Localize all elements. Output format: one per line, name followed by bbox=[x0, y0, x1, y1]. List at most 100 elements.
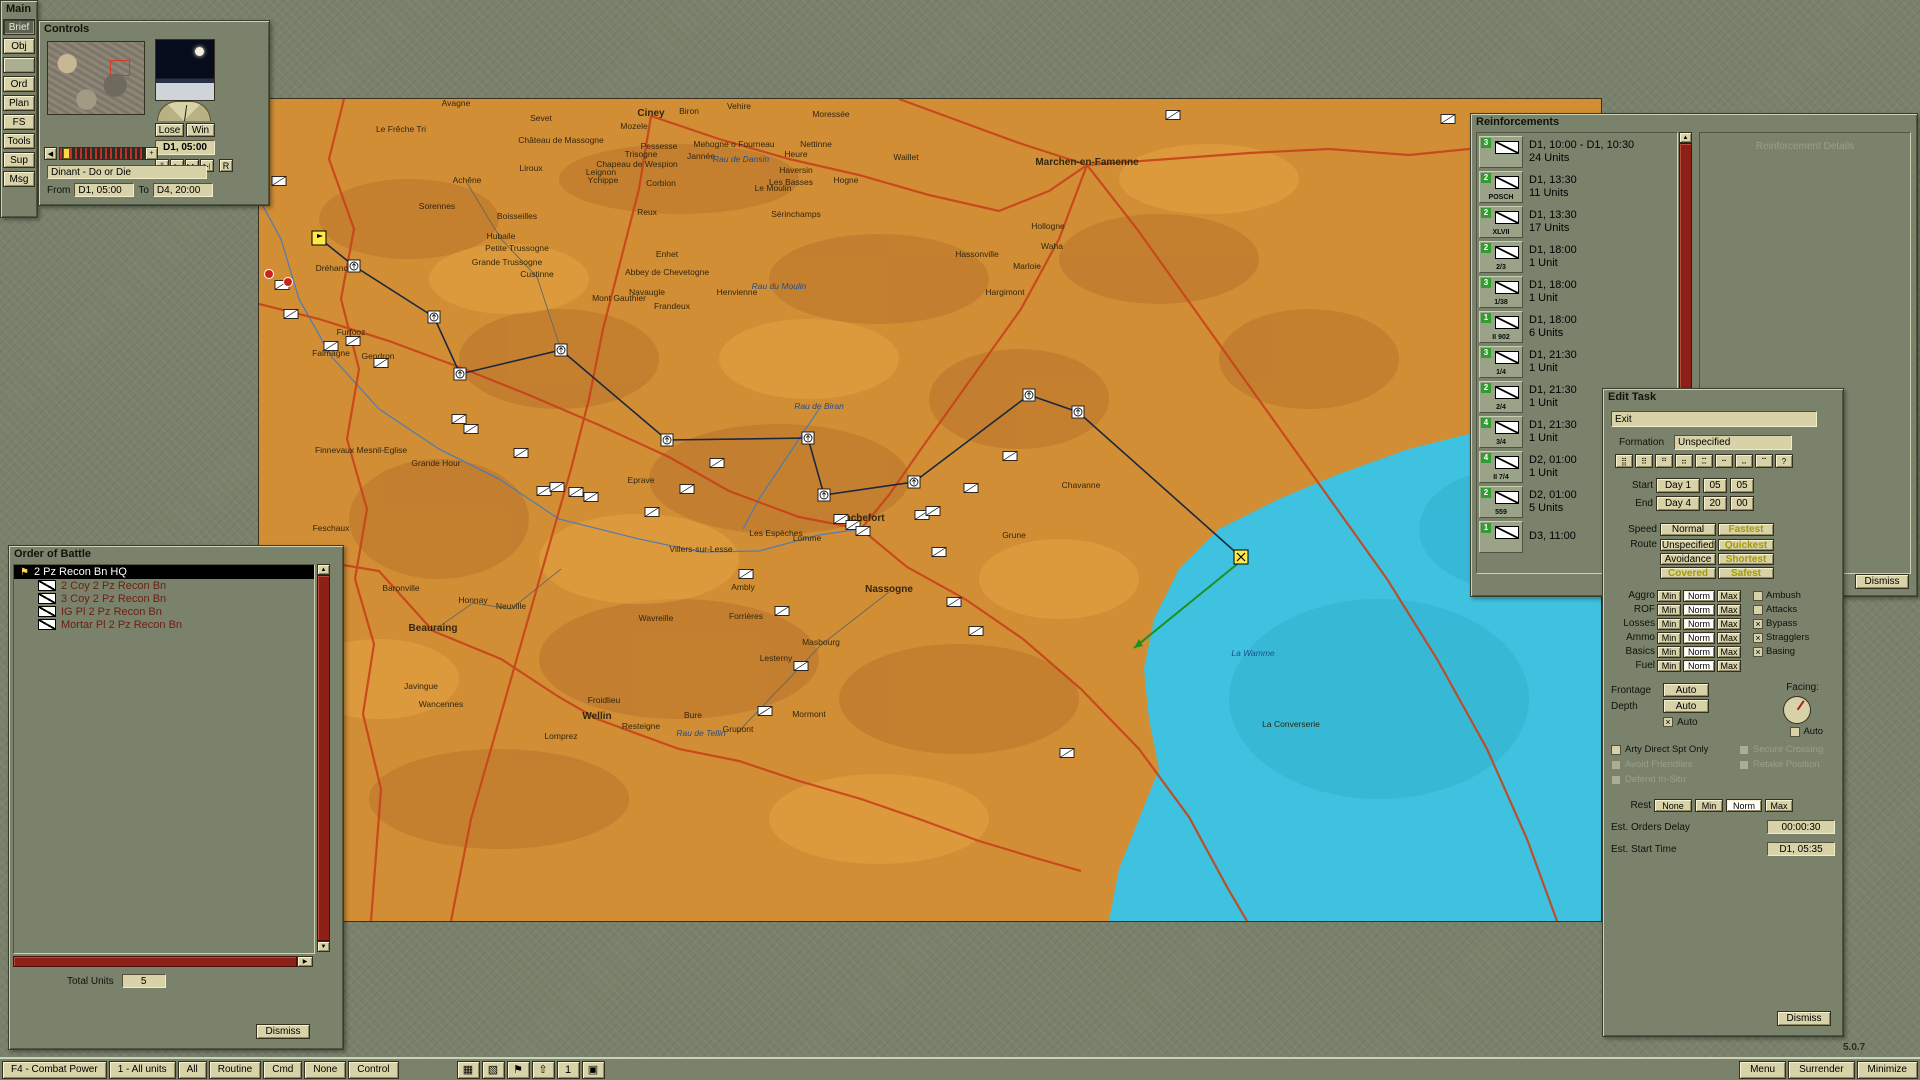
oob-root-item[interactable]: ⚑ 2 Pz Recon Bn HQ bbox=[14, 565, 314, 579]
label-tool-icon[interactable]: 1 bbox=[557, 1061, 580, 1079]
main-tool-blank[interactable] bbox=[3, 57, 35, 73]
edit-task-dismiss-button[interactable]: Dismiss bbox=[1777, 1011, 1831, 1026]
formation-icon-5[interactable]: ⠒ bbox=[1715, 454, 1733, 468]
friendly-unit-icon[interactable] bbox=[550, 483, 564, 492]
route-waypoint[interactable] bbox=[908, 476, 920, 488]
bottom-button-minimize[interactable]: Minimize bbox=[1857, 1061, 1918, 1079]
friendly-unit-icon[interactable] bbox=[569, 488, 583, 497]
bottom-button-all[interactable]: All bbox=[178, 1061, 207, 1079]
friendly-unit-icon[interactable] bbox=[272, 177, 286, 186]
bottom-button-surrender[interactable]: Surrender bbox=[1788, 1061, 1854, 1079]
formation-icon-0[interactable]: ⣿ bbox=[1615, 454, 1633, 468]
timeline-thumb[interactable] bbox=[63, 148, 70, 159]
route-waypoint[interactable] bbox=[428, 311, 440, 323]
flag-tool-icon[interactable]: ⚑ bbox=[507, 1061, 530, 1079]
reinforcement-entry[interactable]: 3D1, 10:00 - D1, 10:3024 Units bbox=[1479, 135, 1675, 168]
friendly-unit-icon[interactable] bbox=[452, 415, 466, 424]
friendly-unit-icon[interactable] bbox=[932, 548, 946, 557]
facing-auto-checkbox[interactable] bbox=[1790, 727, 1800, 737]
reset-button[interactable]: R bbox=[219, 159, 233, 172]
ammo-norm-button[interactable]: Norm bbox=[1683, 632, 1715, 644]
route-waypoint[interactable] bbox=[348, 260, 360, 272]
route-option-covered[interactable]: Covered bbox=[1660, 567, 1716, 579]
friendly-unit-icon[interactable] bbox=[514, 449, 528, 458]
losses-max-button[interactable]: Max bbox=[1717, 618, 1741, 630]
reinforcement-entry[interactable]: 31/38D1, 18:001 Unit bbox=[1479, 275, 1675, 308]
toggle-checkbox[interactable] bbox=[1611, 745, 1621, 755]
friendly-unit-icon[interactable] bbox=[947, 598, 961, 607]
aggro-norm-button[interactable]: Norm bbox=[1683, 590, 1715, 602]
formation-help-button[interactable]: ? bbox=[1775, 454, 1793, 468]
lose-button[interactable]: Lose bbox=[155, 123, 184, 137]
start-hour-button[interactable]: 05 bbox=[1703, 478, 1727, 493]
oob-hscroll-trough[interactable] bbox=[13, 956, 297, 967]
oob-child-item[interactable]: IG Pl 2 Pz Recon Bn bbox=[14, 605, 314, 618]
grid-tool-icon[interactable]: ▦ bbox=[457, 1061, 480, 1079]
route-option-quickest[interactable]: Quickest bbox=[1718, 539, 1774, 551]
formation-value[interactable]: Unspecified bbox=[1674, 435, 1792, 450]
rof-max-button[interactable]: Max bbox=[1717, 604, 1741, 616]
attacks-checkbox[interactable] bbox=[1753, 605, 1763, 615]
bottom-button-none[interactable]: None bbox=[304, 1061, 346, 1079]
main-tool-sup[interactable]: Sup bbox=[3, 152, 35, 168]
enemy-unit-icon[interactable] bbox=[265, 270, 274, 279]
route-waypoint[interactable] bbox=[454, 368, 466, 380]
toggle-arty-direct-spt-only[interactable]: Arty Direct Spt Only bbox=[1611, 744, 1739, 755]
main-tool-brief[interactable]: Brief bbox=[3, 19, 35, 35]
end-hour-button[interactable]: 20 bbox=[1703, 496, 1727, 511]
friendly-unit-icon[interactable] bbox=[794, 662, 808, 671]
friendly-unit-icon[interactable] bbox=[969, 627, 983, 636]
scroll-down-icon[interactable]: ▼ bbox=[317, 941, 330, 952]
rest-option-max[interactable]: Max bbox=[1765, 799, 1793, 812]
route-waypoint[interactable] bbox=[555, 344, 567, 356]
friendly-unit-icon[interactable] bbox=[1166, 111, 1180, 120]
route-waypoint[interactable] bbox=[1072, 406, 1084, 418]
basing-checkbox[interactable]: × bbox=[1753, 647, 1763, 657]
rof-min-button[interactable]: Min bbox=[1657, 604, 1681, 616]
route-option-unspecified[interactable]: Unspecified bbox=[1660, 539, 1716, 551]
ambush-checkbox[interactable] bbox=[1753, 591, 1763, 601]
friendly-unit-icon[interactable] bbox=[1060, 749, 1074, 758]
friendly-unit-icon[interactable] bbox=[374, 359, 388, 368]
scroll-up-icon[interactable]: ▲ bbox=[317, 564, 330, 575]
timeline-back-button[interactable]: ◀ bbox=[44, 147, 57, 160]
rest-option-norm[interactable]: Norm bbox=[1726, 799, 1762, 812]
bypass-checkbox[interactable]: × bbox=[1753, 619, 1763, 629]
oob-child-item[interactable]: Mortar Pl 2 Pz Recon Bn bbox=[14, 618, 314, 631]
formation-icon-6[interactable]: ⠤ bbox=[1735, 454, 1753, 468]
formation-icon-4[interactable]: ⠭ bbox=[1695, 454, 1713, 468]
reinforcement-entry[interactable]: 31/4D1, 21:301 Unit bbox=[1479, 345, 1675, 378]
friendly-unit-icon[interactable] bbox=[1441, 115, 1455, 124]
friendly-unit-icon[interactable] bbox=[324, 342, 338, 351]
fuel-min-button[interactable]: Min bbox=[1657, 660, 1681, 672]
main-tool-obj[interactable]: Obj bbox=[3, 38, 35, 54]
friendly-unit-icon[interactable] bbox=[584, 493, 598, 502]
route-destination-marker[interactable] bbox=[1234, 550, 1248, 564]
friendly-unit-icon[interactable] bbox=[346, 337, 360, 346]
friendly-unit-icon[interactable] bbox=[645, 508, 659, 517]
friendly-unit-icon[interactable] bbox=[537, 487, 551, 496]
oob-child-item[interactable]: 2 Coy 2 Pz Recon Bn bbox=[14, 579, 314, 592]
losses-norm-button[interactable]: Norm bbox=[1683, 618, 1715, 630]
oob-vertical-scrollbar[interactable]: ▲ ▼ bbox=[317, 564, 330, 952]
main-tool-plan[interactable]: Plan bbox=[3, 95, 35, 111]
scroll-right-icon[interactable]: ▶ bbox=[297, 956, 313, 967]
rof-norm-button[interactable]: Norm bbox=[1683, 604, 1715, 616]
friendly-unit-icon[interactable] bbox=[284, 310, 298, 319]
route-start-marker[interactable] bbox=[312, 231, 326, 245]
rest-option-min[interactable]: Min bbox=[1695, 799, 1723, 812]
oob-child-item[interactable]: 3 Coy 2 Pz Recon Bn bbox=[14, 592, 314, 605]
bottom-button-routine[interactable]: Routine bbox=[209, 1061, 261, 1079]
scroll-up-icon[interactable]: ▲ bbox=[1679, 132, 1692, 143]
friendly-unit-icon[interactable] bbox=[926, 507, 940, 516]
route-waypoint[interactable] bbox=[661, 434, 673, 446]
ammo-min-button[interactable]: Min bbox=[1657, 632, 1681, 644]
ammo-max-button[interactable]: Max bbox=[1717, 632, 1741, 644]
friendly-unit-icon[interactable] bbox=[758, 707, 772, 716]
start-day-button[interactable]: Day 1 bbox=[1656, 478, 1700, 493]
frontage-auto-button[interactable]: Auto bbox=[1663, 683, 1709, 697]
bottom-button-control[interactable]: Control bbox=[348, 1061, 398, 1079]
end-minute-button[interactable]: 00 bbox=[1730, 496, 1754, 511]
route-waypoint[interactable] bbox=[1023, 389, 1035, 401]
map-area[interactable]: AvagneLe Frêche TriSevetBironVehireCiney… bbox=[258, 98, 1602, 922]
